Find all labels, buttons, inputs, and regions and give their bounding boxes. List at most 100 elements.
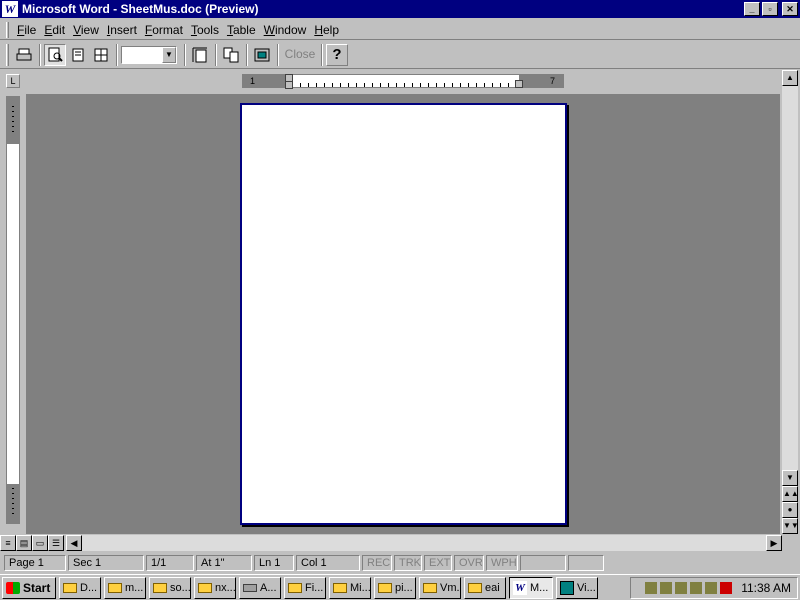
- task-label: M...: [530, 581, 549, 594]
- word-app-icon[interactable]: W: [2, 1, 18, 17]
- context-help-button[interactable]: ?: [326, 43, 348, 66]
- menu-table[interactable]: Table: [223, 21, 260, 39]
- toolbar-grip[interactable]: [6, 43, 9, 66]
- document-workspace[interactable]: [26, 94, 780, 534]
- status-page-count: 1/1: [146, 555, 194, 571]
- task-button[interactable]: nx...: [194, 576, 236, 599]
- task-button[interactable]: A...: [239, 576, 281, 599]
- online-layout-button[interactable]: ▤: [16, 535, 32, 551]
- drive-icon: [243, 583, 257, 592]
- shrink-to-fit-icon: [223, 47, 239, 62]
- view-ruler-button[interactable]: [189, 44, 211, 66]
- start-button[interactable]: Start: [2, 576, 56, 599]
- status-ext[interactable]: EXT: [424, 555, 452, 571]
- toolbar-separator: [116, 43, 118, 66]
- restore-button[interactable]: ▫: [762, 2, 778, 16]
- display-icon[interactable]: [705, 582, 718, 594]
- page-layout-button[interactable]: ▭: [32, 535, 48, 551]
- close-window-button[interactable]: ✕: [782, 2, 798, 16]
- toolbar-separator: [246, 43, 248, 66]
- shrink-to-fit-button[interactable]: [220, 44, 242, 66]
- folder-icon: [153, 582, 167, 593]
- help-question-icon: ?: [332, 46, 342, 63]
- task-label: nx...: [215, 581, 236, 594]
- menu-bar: File Edit View Insert Format Tools Table…: [0, 20, 800, 40]
- menu-edit[interactable]: Edit: [40, 21, 69, 39]
- menu-format[interactable]: Format: [141, 21, 187, 39]
- tab-selector-button[interactable]: L: [6, 74, 20, 88]
- folder-icon: [108, 582, 122, 593]
- scroll-down-button[interactable]: ▼: [782, 470, 798, 486]
- next-page-button[interactable]: ▼▼: [782, 518, 799, 534]
- status-rec[interactable]: REC: [362, 555, 392, 571]
- multiple-pages-button[interactable]: [90, 44, 112, 66]
- zoom-select[interactable]: ▼: [121, 45, 177, 64]
- horizontal-scroll-track[interactable]: [82, 535, 766, 551]
- horizontal-ruler[interactable]: 1 7: [242, 74, 564, 89]
- vertical-scrollbar[interactable]: ▲ ▼ ▲▲ ● ▼▼: [782, 70, 799, 534]
- chevron-down-icon[interactable]: ▼: [162, 46, 176, 63]
- folder-icon: [423, 582, 437, 593]
- full-screen-button[interactable]: [251, 44, 273, 66]
- status-trk[interactable]: TRK: [394, 555, 422, 571]
- modem-icon[interactable]: [690, 582, 703, 594]
- window-controls: _ ▫ ✕: [744, 2, 798, 16]
- clock[interactable]: 11:38 AM: [741, 581, 791, 595]
- task-button[interactable]: eai: [464, 576, 506, 599]
- print-button[interactable]: [13, 44, 35, 66]
- task-button-word[interactable]: W M...: [509, 576, 553, 599]
- previous-page-button[interactable]: ▲▲: [782, 486, 799, 502]
- right-indent-marker[interactable]: [515, 80, 523, 88]
- task-button[interactable]: Vm...: [419, 576, 461, 599]
- menu-help[interactable]: Help: [310, 21, 343, 39]
- select-browse-object-button[interactable]: ●: [782, 502, 798, 518]
- status-wph[interactable]: WPH: [486, 555, 518, 571]
- task-button[interactable]: Fi...: [284, 576, 326, 599]
- outline-view-button[interactable]: ☰: [48, 535, 64, 551]
- vertical-ruler-ticks-bottom: [12, 488, 14, 518]
- view-and-hscroll-bar: ≡ ▤ ▭ ☰ ◀ ▶: [0, 535, 782, 551]
- task-button[interactable]: m...: [104, 576, 146, 599]
- left-indent-marker[interactable]: [285, 81, 293, 89]
- toolbar-separator: [215, 43, 217, 66]
- vertical-ruler-text-area: [7, 144, 19, 484]
- toolbar-separator: [184, 43, 186, 66]
- menu-window[interactable]: Window: [260, 21, 311, 39]
- close-preview-button[interactable]: Close: [282, 44, 318, 66]
- scroll-right-button[interactable]: ▶: [766, 535, 782, 551]
- preview-toolbar: ▼ Close ?: [0, 41, 800, 69]
- magnifier-button[interactable]: [44, 43, 66, 66]
- task-label: m...: [125, 581, 144, 594]
- task-label: Mi...: [350, 581, 371, 594]
- scroll-up-button[interactable]: ▲: [782, 70, 798, 86]
- vertical-ruler[interactable]: [6, 96, 20, 524]
- minimize-button[interactable]: _: [744, 2, 760, 16]
- window-title: Microsoft Word - SheetMus.doc (Preview): [22, 2, 259, 16]
- alert-icon[interactable]: [720, 582, 733, 594]
- status-ovr[interactable]: OVR: [454, 555, 484, 571]
- task-button[interactable]: D...: [59, 576, 101, 599]
- menu-view[interactable]: View: [69, 21, 103, 39]
- menu-grip[interactable]: [6, 21, 9, 38]
- menu-file[interactable]: File: [13, 21, 40, 39]
- preview-page[interactable]: [240, 103, 567, 525]
- task-label: Vi...: [577, 581, 596, 594]
- scroll-left-button[interactable]: ◀: [66, 535, 82, 551]
- one-page-button[interactable]: [67, 44, 89, 66]
- task-button[interactable]: Mi...: [329, 576, 371, 599]
- status-bar: Page 1 Sec 1 1/1 At 1" Ln 1 Col 1 REC TR…: [0, 553, 800, 573]
- normal-view-button[interactable]: ≡: [0, 535, 16, 551]
- menu-insert[interactable]: Insert: [103, 21, 141, 39]
- menu-tools[interactable]: Tools: [187, 21, 223, 39]
- speaker-icon[interactable]: [675, 582, 688, 594]
- folder-icon: [378, 582, 392, 593]
- task-button-visio[interactable]: Vi...: [556, 576, 598, 599]
- ruler-icon: [192, 47, 207, 62]
- status-column: Col 1: [296, 555, 360, 571]
- task-button[interactable]: so...: [149, 576, 191, 599]
- task-button[interactable]: pi...: [374, 576, 416, 599]
- network-icon[interactable]: [645, 582, 658, 594]
- toolbar-separator: [321, 43, 323, 66]
- status-at: At 1": [196, 555, 252, 571]
- pen-icon[interactable]: [660, 582, 673, 594]
